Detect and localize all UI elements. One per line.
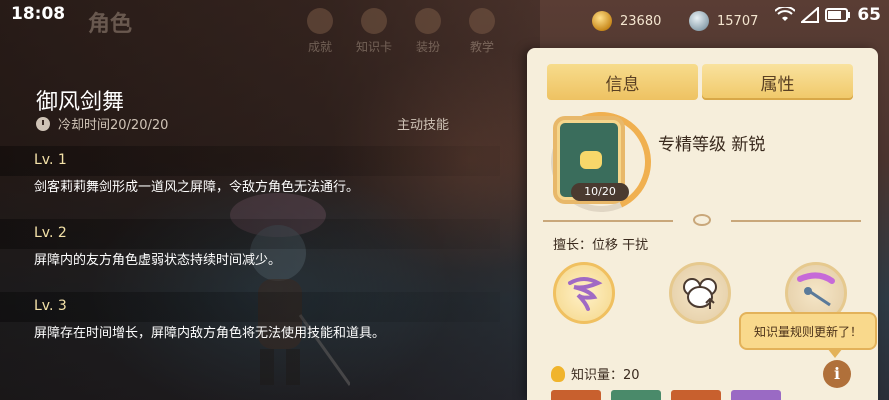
battery-level: 65 <box>857 5 881 25</box>
battery-icon <box>825 8 851 22</box>
silver-coin-icon <box>689 11 709 31</box>
gold-coin-icon <box>592 11 612 31</box>
character-info-panel: 信息 属性 10/20 专精等级 新锐 擅长：位移 干扰 知识量规则更新了！ 知… <box>527 48 878 400</box>
knowledge-card-slot[interactable] <box>731 390 781 400</box>
cooldown-row: 冷却时间20/20/20 <box>36 114 168 133</box>
knowledge-card-slot[interactable] <box>611 390 661 400</box>
whirlwind-skill-icon[interactable] <box>553 262 615 324</box>
knowledge-row: 知识量：20 <box>551 364 640 383</box>
level-3-description: 屏障存在时间增长，屏障内敌方角色将无法使用技能和道具。 <box>34 326 386 341</box>
knowledge-card-slot[interactable] <box>551 390 601 400</box>
wifi-icon <box>775 7 796 21</box>
level-progress: 10/20 <box>571 183 629 201</box>
specialty-text: 擅长：位移 干扰 <box>553 238 649 253</box>
level-1-header: Lv. 1 <box>0 146 500 176</box>
level-2-description: 屏障内的友方角色虚弱状态持续时间减少。 <box>34 253 282 268</box>
level-1-description: 剑客莉莉舞剑形成一道风之屏障，令敌方角色无法通行。 <box>34 180 360 195</box>
info-button[interactable]: i <box>823 360 851 388</box>
ornament-divider <box>543 214 861 226</box>
silver-currency[interactable]: 15707 <box>689 11 758 31</box>
knowledge-amount: 知识量：20 <box>571 368 640 383</box>
skill-type: 主动技能 <box>397 118 450 133</box>
panel-tabs: 信息 属性 <box>547 64 853 102</box>
level-3-header: Lv. 3 <box>0 292 500 322</box>
gold-currency[interactable]: 23680 <box>592 11 661 31</box>
cheese-emblem-icon <box>580 151 602 169</box>
lightbulb-icon <box>551 365 565 382</box>
system-indicators: 65 <box>775 5 881 25</box>
clock-icon <box>36 116 50 131</box>
silver-amount: 15707 <box>717 13 759 29</box>
knowledge-card-row <box>551 390 781 400</box>
tab-attributes[interactable]: 属性 <box>702 64 853 100</box>
mouse-arrow-skill-icon[interactable] <box>669 262 731 324</box>
tab-info[interactable]: 信息 <box>547 64 698 100</box>
clock-time: 18:08 <box>11 4 66 24</box>
knowledge-card-slot[interactable] <box>671 390 721 400</box>
cooldown-text: 冷却时间20/20/20 <box>58 118 169 133</box>
mastery-level: 专精等级 新锐 <box>658 135 766 155</box>
gold-amount: 23680 <box>620 13 662 29</box>
status-bar: 18:08 23680 15707 65 <box>0 0 889 32</box>
rules-update-tooltip[interactable]: 知识量规则更新了！ <box>739 312 877 358</box>
signal-icon <box>801 7 820 23</box>
level-2-header: Lv. 2 <box>0 219 500 249</box>
skill-name: 御风剑舞 <box>36 90 125 115</box>
